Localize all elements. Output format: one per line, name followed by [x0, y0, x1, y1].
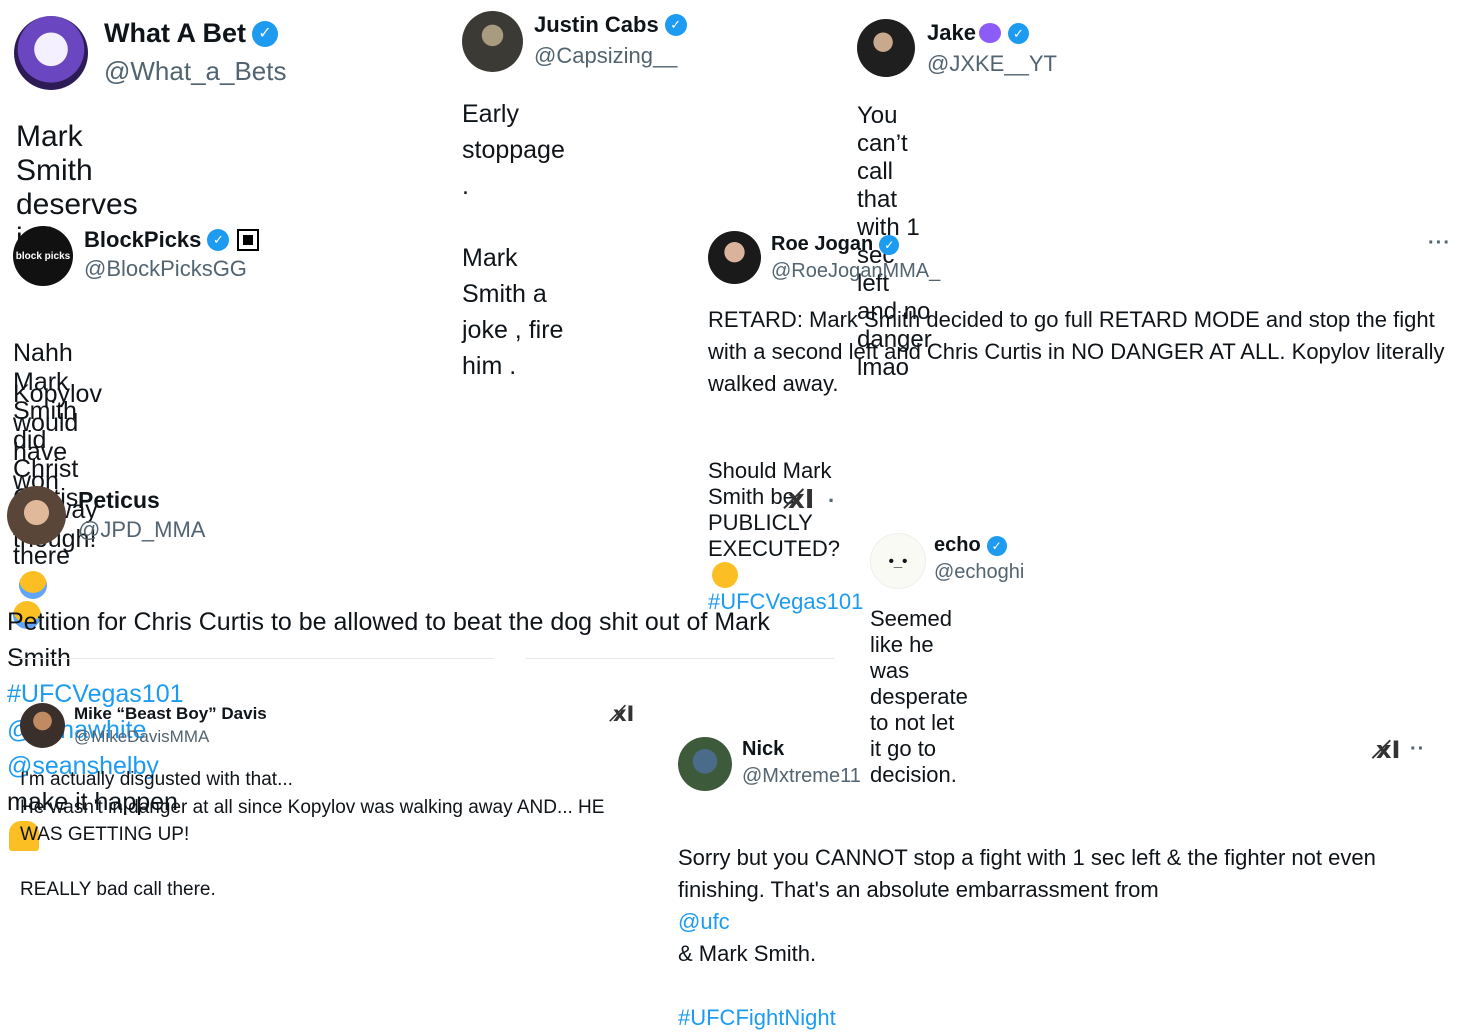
- avatar[interactable]: [708, 231, 761, 284]
- tweet-text: Early stoppage . Mark Smith a joke , fir…: [462, 100, 565, 380]
- display-name[interactable]: What A Bet ✓: [104, 18, 278, 49]
- avatar[interactable]: block picks: [13, 226, 73, 286]
- tweet-text: I'm actually disgusted with that... He w…: [20, 769, 605, 900]
- avatar[interactable]: [678, 737, 732, 791]
- tweet-text: Sorry but you CANNOT stop a fight with 1…: [678, 845, 1376, 1030]
- tweet-text: RETARD: Mark Smith decided to go full RE…: [708, 307, 1445, 396]
- more-options-button[interactable]: ···: [1428, 232, 1451, 255]
- handle[interactable]: @Mxtreme11: [742, 765, 861, 788]
- display-name[interactable]: Peticus: [78, 487, 160, 514]
- avatar[interactable]: •_•: [870, 533, 926, 589]
- handle[interactable]: @RoeJoganMMA_: [771, 260, 940, 283]
- handle[interactable]: @echoghi: [934, 561, 1024, 584]
- avatar[interactable]: [462, 11, 523, 72]
- divider: [526, 658, 834, 659]
- avatar[interactable]: [14, 16, 88, 90]
- handle[interactable]: @What_a_Bets: [104, 56, 286, 87]
- display-name[interactable]: Justin Cabs ✓: [534, 12, 687, 38]
- divider: [18, 658, 494, 659]
- handle[interactable]: @JXKE__YT: [927, 51, 1057, 77]
- handle[interactable]: @JPD_MMA: [78, 517, 205, 543]
- more-options-button[interactable]: ··: [1410, 738, 1425, 761]
- avatar[interactable]: [20, 703, 65, 748]
- verified-badge-icon: ✓: [207, 229, 230, 251]
- handle[interactable]: @BlockPicksGG: [84, 256, 247, 282]
- display-name[interactable]: Roe Jogan ✓: [771, 233, 900, 256]
- verified-badge-icon: ✓: [986, 535, 1007, 556]
- smiling-devil-emoji: [978, 23, 1001, 43]
- tweet-text: Seemed like he was desperate to not let …: [870, 606, 968, 787]
- handle[interactable]: @Capsizing__: [534, 43, 677, 69]
- more-options-button[interactable]: ·: [828, 488, 836, 514]
- display-name[interactable]: Jake ✓: [927, 20, 1029, 46]
- hashtag-link[interactable]: #UFCFightNight: [678, 1005, 836, 1030]
- display-name[interactable]: Mike “Beast Boy” Davis: [74, 704, 267, 724]
- grok-logo-icon[interactable]: x̸I: [788, 485, 814, 515]
- verified-badge-icon: ✓: [879, 234, 900, 255]
- display-name[interactable]: Nick: [742, 738, 784, 761]
- verified-badge-icon: ✓: [664, 14, 687, 36]
- display-name[interactable]: echo ✓: [934, 534, 1007, 557]
- display-name[interactable]: BlockPicks ✓: [84, 227, 260, 253]
- affiliate-badge-icon: [237, 229, 260, 251]
- grok-logo-icon[interactable]: x̸I: [613, 702, 634, 726]
- handle[interactable]: @MikeDavisMMA: [74, 727, 209, 747]
- grok-logo-icon[interactable]: x̸I: [1376, 736, 1400, 764]
- verified-badge-icon: ✓: [252, 20, 278, 47]
- avatar[interactable]: [7, 486, 66, 545]
- avatar[interactable]: [857, 19, 915, 77]
- verified-badge-icon: ✓: [1007, 22, 1029, 44]
